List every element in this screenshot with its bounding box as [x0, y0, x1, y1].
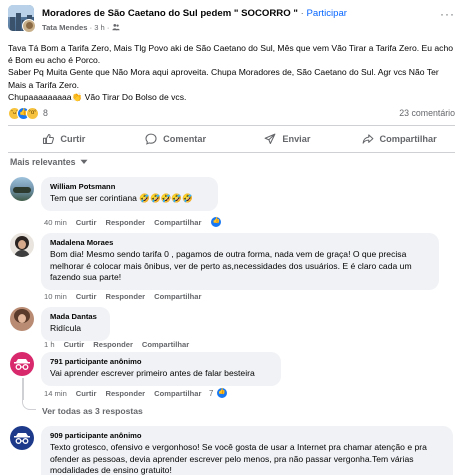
- view-replies-link[interactable]: Ver todas as 3 respostas: [42, 406, 143, 416]
- meta-separator-2: ·: [106, 23, 110, 32]
- avatar[interactable]: [10, 177, 34, 201]
- comment-reply-button[interactable]: Responder: [105, 218, 145, 227]
- sort-label: Mais relevantes: [10, 157, 76, 167]
- meta-separator: ·: [89, 23, 93, 32]
- comment-meta: 10 min Curtir Responder Compartilhar: [44, 292, 201, 301]
- comment-like-button[interactable]: Curtir: [76, 389, 97, 398]
- comment-bubble: 909 participante anônimo Texto grotesco,…: [41, 426, 453, 475]
- comment-share-button[interactable]: Compartilhar: [154, 292, 201, 301]
- comment-button[interactable]: Comentar: [120, 129, 232, 149]
- share-button-label: Compartilhar: [379, 134, 437, 144]
- commenter-name-link[interactable]: William Potsmann: [50, 182, 209, 191]
- comment-button-label: Comentar: [163, 134, 207, 144]
- comment-sort-dropdown[interactable]: Mais relevantes: [10, 157, 88, 167]
- anonymous-avatar-icon[interactable]: [10, 352, 34, 376]
- commenter-name-link[interactable]: 791 participante anônimo: [50, 357, 272, 366]
- comment-like-button[interactable]: Curtir: [64, 340, 85, 349]
- comment-text: Bom dia! Mesmo sendo tarifa 0 , pagamos …: [50, 249, 412, 283]
- like-button-label: Curtir: [60, 134, 86, 144]
- comment-bubble: Madalena Moraes Bom dia! Mesmo sendo tar…: [41, 233, 439, 290]
- commenter-name-link[interactable]: Madalena Moraes: [50, 238, 430, 247]
- comment-time[interactable]: 10 min: [44, 292, 67, 301]
- post-text-line: Tava Tá Bom a Tarifa Zero, Mais Tlg Povo…: [8, 43, 454, 66]
- post-text-line: Chupaaaaaaaaa👏 Vão Tirar Do Bolso de vcs…: [8, 91, 187, 102]
- avatar[interactable]: [10, 307, 34, 331]
- comment-meta: 14 min Curtir Responder Compartilhar: [44, 389, 201, 398]
- comment-bubble: 791 participante anônimo Vai aprender es…: [41, 352, 281, 386]
- comment-text: Ridícula: [50, 323, 82, 333]
- comment-count-link[interactable]: 23 comentário: [399, 108, 455, 118]
- share-button[interactable]: Compartilhar: [343, 129, 455, 149]
- send-icon: [264, 133, 276, 145]
- post-text-line: Saber Pq Muita Gente que Não Mora aqui a…: [8, 67, 439, 90]
- poster-avatar[interactable]: [22, 19, 36, 33]
- post-action-bar: Curtir Comentar Enviar Compartilhar: [8, 129, 455, 149]
- comment-text: Tem que ser corintiana 🤣🤣🤣🤣🤣: [50, 193, 193, 203]
- wow-reaction-icon[interactable]: °o°: [26, 107, 39, 120]
- comment-time[interactable]: 1 h: [44, 340, 55, 349]
- reactions-summary: ᵔᴗᵔ 👍 °o° 8 23 comentário: [8, 106, 455, 122]
- thread-connector: [22, 378, 24, 400]
- participate-link[interactable]: Participar: [306, 8, 347, 19]
- more-options-icon[interactable]: ···: [440, 7, 455, 21]
- commenter-name-link[interactable]: 909 participante anônimo: [50, 431, 444, 440]
- comment-reply-button[interactable]: Responder: [93, 340, 133, 349]
- comment-like-button[interactable]: Curtir: [76, 292, 97, 301]
- send-button-label: Enviar: [282, 134, 311, 144]
- like-button[interactable]: Curtir: [8, 129, 120, 149]
- like-reaction-icon[interactable]: 👍: [216, 387, 228, 399]
- comment-bubble: Mada Dantas Ridícula: [41, 307, 110, 341]
- post-time[interactable]: 3 h: [94, 23, 105, 32]
- comment-reply-button[interactable]: Responder: [105, 292, 145, 301]
- comment-time[interactable]: 14 min: [44, 389, 67, 398]
- commenter-name-link[interactable]: Mada Dantas: [50, 312, 101, 321]
- thread-connector-curve: [22, 398, 36, 410]
- comment-share-button[interactable]: Compartilhar: [154, 389, 201, 398]
- comment-time[interactable]: 40 min: [44, 218, 67, 227]
- post-meta: Tata Mendes · 3 h ·: [42, 23, 120, 32]
- divider: [8, 125, 455, 126]
- comment-share-button[interactable]: Compartilhar: [154, 218, 201, 227]
- reaction-count[interactable]: 8: [43, 108, 48, 118]
- comment-bubble: William Potsmann Tem que ser corintiana …: [41, 177, 218, 211]
- post-header: Moradores de São Caetano do Sul pedem " …: [8, 3, 455, 37]
- comment-text: Vai aprender escrever primeiro antes de …: [50, 368, 255, 378]
- like-reaction-icon[interactable]: 👍: [210, 216, 223, 228]
- chevron-down-icon: [80, 159, 88, 164]
- comment-meta: 40 min Curtir Responder Compartilhar 👍: [44, 216, 223, 228]
- comment-like-button[interactable]: Curtir: [76, 218, 97, 227]
- divider: [8, 152, 455, 153]
- avatar[interactable]: [10, 233, 34, 257]
- post-text: Tava Tá Bom a Tarifa Zero, Mais Tlg Povo…: [8, 42, 458, 103]
- comment-reply-button[interactable]: Responder: [105, 389, 145, 398]
- comment-text: Texto grotesco, ofensivo e vergonhoso! S…: [50, 442, 427, 475]
- title-separator: ·: [300, 8, 304, 19]
- comment-share-button[interactable]: Compartilhar: [142, 340, 189, 349]
- group-name-link[interactable]: Moradores de São Caetano do Sul pedem " …: [42, 8, 298, 19]
- anonymous-avatar-icon[interactable]: [10, 426, 34, 450]
- comment-like-count[interactable]: 7: [209, 389, 213, 398]
- group-audience-icon: [111, 24, 120, 31]
- poster-name-link[interactable]: Tata Mendes: [42, 23, 87, 32]
- comment-bubble-icon: [145, 133, 157, 145]
- share-arrow-icon: [362, 134, 373, 144]
- comment-meta: 1 h Curtir Responder Compartilhar: [44, 340, 189, 349]
- group-title-line: Moradores de São Caetano do Sul pedem " …: [42, 8, 347, 19]
- send-button[interactable]: Enviar: [232, 129, 344, 149]
- thumbs-up-icon: [43, 133, 55, 145]
